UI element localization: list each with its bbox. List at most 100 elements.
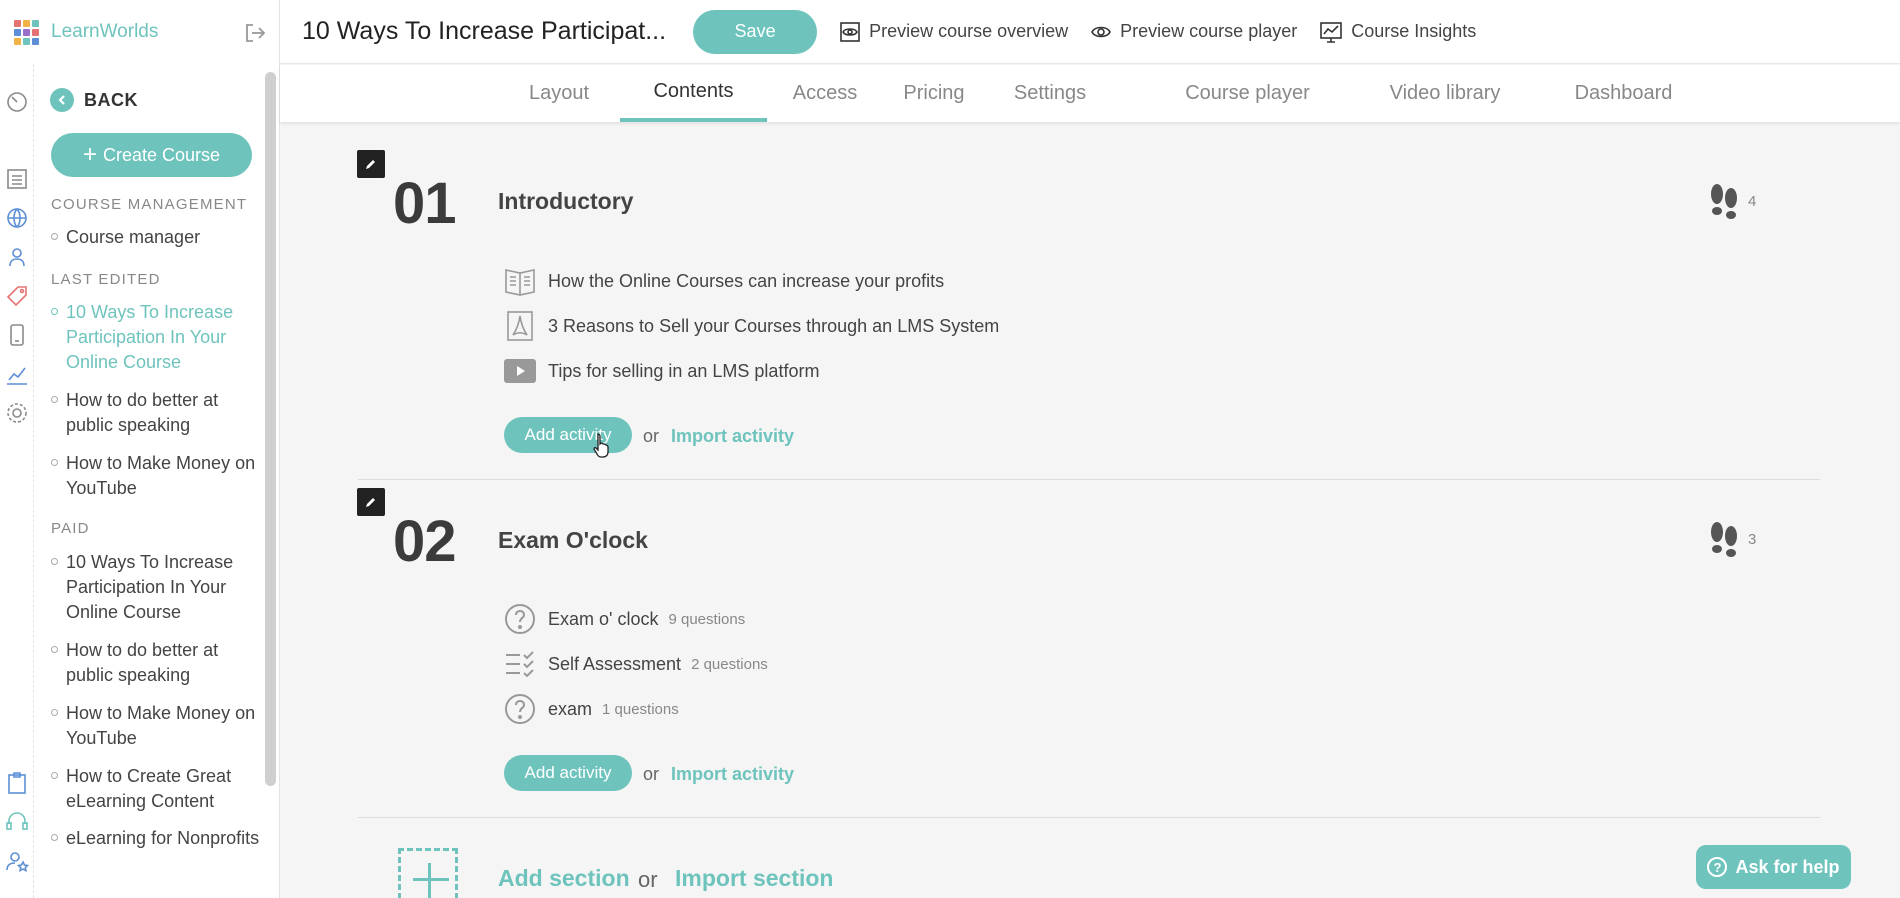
nav-heading-paid: PAID [51, 520, 90, 537]
clipboard-icon[interactable] [4, 770, 30, 796]
course-tabs: Layout Contents Access Pricing Settings … [280, 65, 1900, 122]
section-title[interactable]: Exam O'clock [498, 527, 648, 554]
activity-name: exam [548, 698, 593, 719]
bullet-icon [51, 308, 58, 315]
activity-item[interactable]: exam 1 questions [503, 693, 679, 725]
logout-icon[interactable] [244, 22, 266, 44]
or-text: or [638, 867, 658, 892]
tab-access[interactable]: Access [775, 65, 875, 122]
nav-item-course-manager[interactable]: Course manager [51, 225, 261, 250]
hand-cursor-icon [593, 433, 609, 458]
back-button[interactable]: BACK [50, 88, 138, 112]
pages-icon[interactable] [4, 166, 30, 192]
support-headset-icon[interactable] [4, 809, 30, 835]
settings-gear-icon[interactable] [4, 400, 30, 426]
section-divider [358, 479, 1820, 480]
activity-name: 3 Reasons to Sell your Courses through a… [548, 315, 1000, 336]
add-activity-button[interactable]: Add activity [504, 417, 632, 453]
section-number: 02 [393, 509, 457, 574]
eye-icon [840, 21, 860, 42]
nav-item-last-edited-3[interactable]: How to Make Money on YouTube [51, 451, 261, 501]
section-steps: 3 [1708, 520, 1756, 558]
bullet-icon [51, 233, 58, 240]
back-label: BACK [84, 89, 138, 110]
activity-meta: 1 questions [602, 700, 679, 718]
pdf-icon [503, 310, 537, 342]
dashboard-gauge-icon[interactable] [4, 88, 30, 114]
question-icon [503, 693, 537, 725]
sidebar-scrollbar[interactable] [265, 72, 276, 786]
activity-name: Tips for selling in an LMS platform [548, 360, 820, 381]
top-header: 10 Ways To Increase Participat... Save P… [280, 0, 1900, 64]
create-course-label: Create Course [102, 144, 221, 165]
add-section-link[interactable]: Add section [498, 865, 630, 892]
users-icon[interactable] [4, 244, 30, 270]
activity-item[interactable]: How the Online Courses can increase your… [503, 265, 944, 297]
activity-item[interactable]: Self Assessment 2 questions [503, 648, 768, 680]
logo[interactable]: LearnWorlds [0, 0, 280, 64]
bullet-icon [51, 709, 58, 716]
nav-item-paid-5[interactable]: eLearning for Nonprofits [51, 826, 261, 851]
bullet-icon [51, 646, 58, 653]
tab-dashboard[interactable]: Dashboard [1556, 65, 1691, 122]
tab-course-player[interactable]: Course player [1175, 65, 1320, 122]
nav-item-paid-1[interactable]: 10 Ways To Increase Participation In You… [51, 550, 261, 625]
preview-course-player-link[interactable]: Preview course player [1090, 21, 1297, 43]
tab-layout[interactable]: Layout [508, 65, 610, 122]
plus-icon: + [82, 141, 97, 168]
tab-pricing[interactable]: Pricing [884, 65, 984, 122]
logo-text: LearnWorlds [51, 21, 159, 42]
activity-name: How the Online Courses can increase your… [548, 270, 945, 291]
nav-item-paid-4[interactable]: How to Create Great eLearning Content [51, 764, 261, 814]
icon-rail [0, 64, 34, 898]
globe-icon[interactable] [4, 205, 30, 231]
edit-section-button[interactable] [357, 150, 385, 178]
bullet-icon [51, 834, 58, 841]
nav-heading-course-management: COURSE MANAGEMENT [51, 196, 248, 213]
user-star-icon[interactable] [4, 848, 30, 874]
nav-item-paid-2[interactable]: How to do better at public speaking [51, 638, 261, 688]
preview-course-overview-link[interactable]: Preview course overview [839, 21, 1068, 43]
activity-item[interactable]: Tips for selling in an LMS platform [503, 355, 819, 387]
pencil-icon [366, 160, 375, 169]
add-activity-button[interactable]: Add activity [504, 755, 632, 791]
tab-video-library[interactable]: Video library [1372, 65, 1518, 122]
mobile-app-icon[interactable] [4, 322, 30, 348]
insights-chart-icon [1320, 21, 1343, 43]
tag-icon[interactable] [4, 283, 30, 309]
save-button[interactable]: Save [693, 9, 818, 54]
reports-chart-icon[interactable] [4, 361, 30, 387]
bullet-icon [51, 772, 58, 779]
bullet-icon [51, 459, 58, 466]
or-text: or [643, 764, 660, 784]
course-title[interactable]: 10 Ways To Increase Participat... [302, 17, 666, 46]
nav-item-last-edited-1[interactable]: 10 Ways To Increase Participation In You… [51, 300, 261, 375]
tab-contents[interactable]: Contents [620, 65, 767, 122]
section-title[interactable]: Introductory [498, 188, 633, 215]
ask-for-help-button[interactable]: ? Ask for help [1696, 845, 1851, 889]
section-divider [358, 817, 1820, 818]
ebook-icon [503, 265, 537, 297]
activity-item[interactable]: 3 Reasons to Sell your Courses through a… [503, 310, 999, 342]
activity-name: Self Assessment [548, 653, 682, 674]
import-activity-link[interactable]: Import activity [671, 426, 794, 447]
add-section-plus-icon[interactable] [398, 848, 458, 898]
or-text: or [643, 426, 660, 446]
chevron-left-icon [50, 88, 74, 112]
create-course-button[interactable]: + Create Course [51, 133, 252, 177]
footsteps-icon [1711, 522, 1737, 557]
video-icon [503, 355, 537, 387]
bullet-icon [51, 396, 58, 403]
import-activity-link[interactable]: Import activity [671, 764, 794, 785]
tab-settings[interactable]: Settings [992, 65, 1108, 122]
section-number: 01 [393, 171, 457, 236]
question-icon: ? [1707, 857, 1728, 877]
activity-meta: 2 questions [691, 655, 768, 673]
eye-icon [1091, 26, 1112, 37]
edit-section-button[interactable] [357, 488, 385, 516]
nav-item-last-edited-2[interactable]: How to do better at public speaking [51, 388, 261, 438]
course-insights-link[interactable]: Course Insights [1319, 21, 1476, 43]
import-section-link[interactable]: Import section [675, 865, 833, 892]
activity-item[interactable]: Exam o' clock 9 questions [503, 603, 745, 635]
nav-item-paid-3[interactable]: How to Make Money on YouTube [51, 701, 261, 751]
